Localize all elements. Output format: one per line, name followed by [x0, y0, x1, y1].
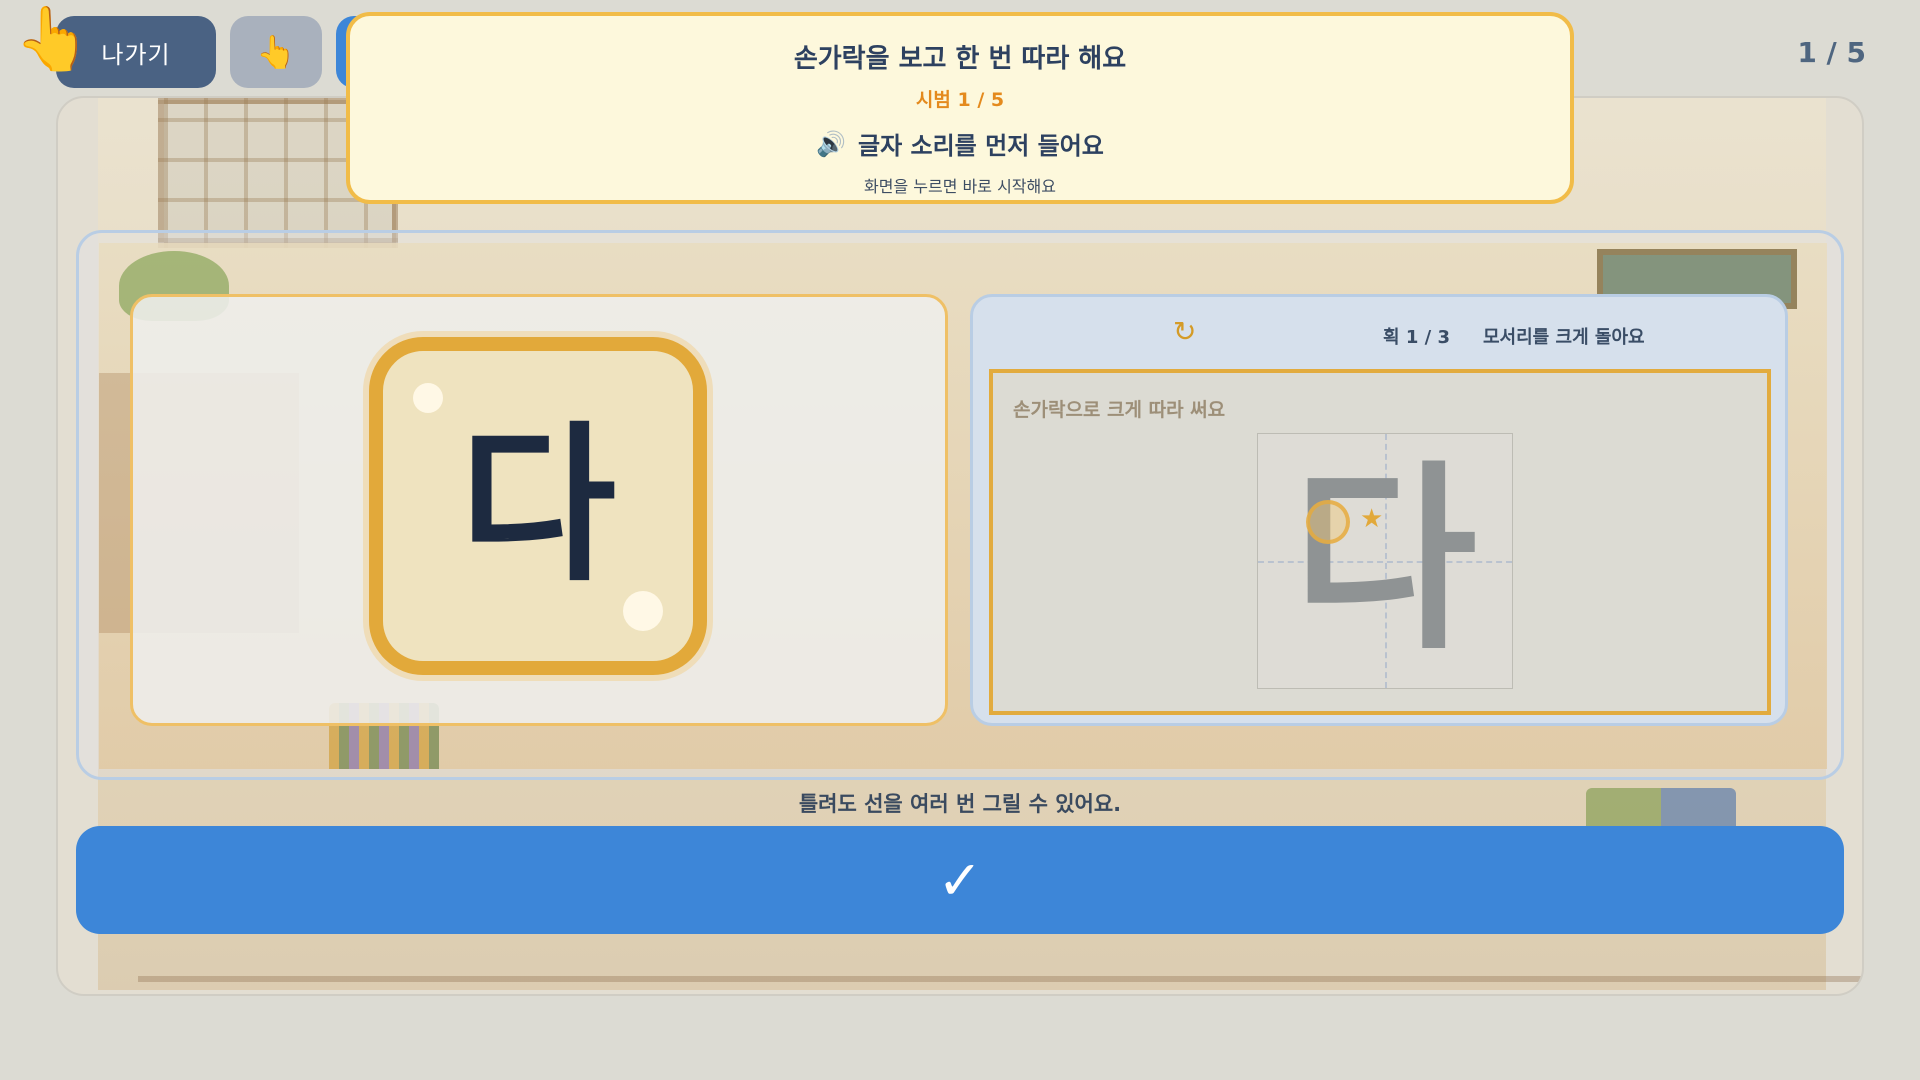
tile-dot-decoration [413, 383, 443, 413]
stroke-start-marker [1306, 500, 1350, 544]
exit-button-label: 나가기 [101, 40, 171, 69]
banner-subtext: 화면을 누르면 바로 시작해요 [864, 177, 1056, 196]
trace-grid[interactable]: 다 ★ [1257, 433, 1513, 689]
letter-card: 다 [130, 294, 948, 726]
instruction-banner[interactable]: 손가락을 보고 한 번 따라 해요 시범 1 / 5 🔊 글자 소리를 먼저 들… [346, 12, 1574, 204]
guide-letter: 다 [1292, 444, 1477, 677]
speaker-icon: 🔊 [816, 129, 846, 158]
hint-button[interactable]: 👆 [230, 16, 322, 88]
trace-panel: ↻ 획 1 / 3 모서리를 크게 돌아요 손가락으로 크게 따라 써요 다 ★ [970, 294, 1788, 726]
confirm-button[interactable]: ✓ [76, 826, 1844, 934]
banner-title: 손가락을 보고 한 번 따라 해요 [793, 44, 1127, 74]
banner-audio-row: 🔊 글자 소리를 먼저 들어요 [350, 126, 1570, 161]
star-icon: ★ [1360, 504, 1384, 534]
pointing-hand-icon: 👆 [256, 33, 296, 71]
lesson-progress: 1 / 5 [1797, 36, 1866, 69]
pointing-hand-cursor-icon: 👆 [14, 2, 92, 75]
banner-step: 시범 1 / 5 [915, 89, 1005, 111]
stroke-counter: 획 1 / 3 [1383, 327, 1450, 348]
floor-decoration [138, 976, 1862, 982]
retry-hint: 틀려도 선을 여러 번 그릴 수 있어요. [798, 792, 1122, 816]
trace-canvas[interactable]: 손가락으로 크게 따라 써요 다 ★ [989, 369, 1771, 715]
redo-icon[interactable]: ↻ [1173, 315, 1196, 348]
check-icon: ✓ [937, 848, 983, 912]
stroke-hint: 모서리를 크게 돌아요 [1483, 327, 1645, 348]
trace-label: 손가락으로 크게 따라 써요 [1013, 399, 1226, 421]
target-letter: 다 [459, 407, 617, 605]
tile-dot-decoration [623, 591, 663, 631]
letter-tile[interactable]: 다 [369, 337, 707, 675]
banner-audio-label: 글자 소리를 먼저 들어요 [858, 132, 1104, 160]
